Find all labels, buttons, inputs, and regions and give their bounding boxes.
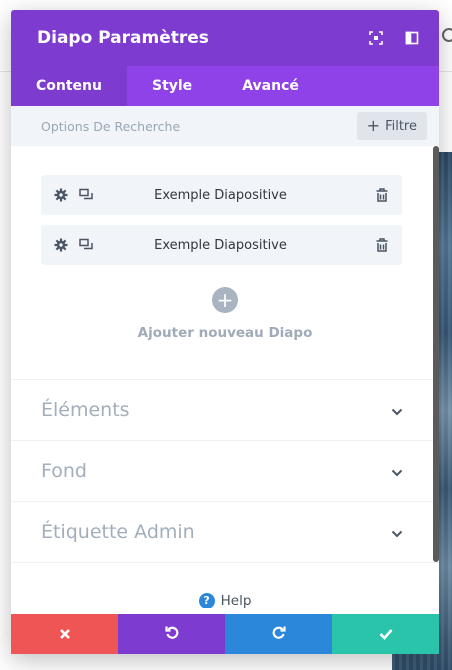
add-slide-label[interactable]: Ajouter nouveau Diapo	[11, 325, 439, 341]
check-icon	[379, 625, 393, 644]
gear-icon[interactable]	[53, 187, 69, 203]
plus-icon: +	[216, 288, 234, 312]
tab-bar: Contenu Style Avancé	[11, 66, 439, 106]
slide-list: Exemple Diapositive Exemple Diapositive	[11, 146, 439, 265]
trash-icon[interactable]	[374, 237, 390, 253]
modal-title: Diapo Paramètres	[37, 28, 209, 48]
chevron-down-icon	[391, 462, 403, 481]
chevron-down-icon	[391, 523, 403, 542]
section-title: Fond	[41, 460, 87, 482]
search-input[interactable]: Options De Recherche	[41, 119, 357, 134]
modal-footer	[11, 614, 439, 654]
help-link[interactable]: ? Help	[198, 592, 252, 609]
save-button[interactable]	[332, 614, 439, 654]
filter-label: Filtre	[385, 118, 417, 134]
help-label: Help	[220, 592, 252, 609]
slide-label: Exemple Diapositive	[154, 187, 287, 203]
modal-content: Exemple Diapositive Exemple Diapositive …	[11, 146, 439, 608]
slide-settings-modal: Diapo Paramètres Contenu Style Avancé Op…	[11, 10, 439, 654]
tab-style[interactable]: Style	[127, 66, 217, 106]
tab-avance[interactable]: Avancé	[217, 66, 324, 106]
redo-icon	[271, 624, 287, 644]
section-title: Étiquette Admin	[41, 521, 195, 543]
scrollbar[interactable]	[433, 146, 439, 562]
redo-button[interactable]	[225, 614, 332, 654]
chevron-down-icon	[391, 401, 403, 420]
duplicate-icon[interactable]	[78, 237, 94, 253]
slide-item[interactable]: Exemple Diapositive	[41, 225, 402, 265]
duplicate-icon[interactable]	[78, 187, 94, 203]
add-slide-area: + Ajouter nouveau Diapo	[11, 275, 439, 379]
section-admin-label[interactable]: Étiquette Admin	[11, 501, 439, 562]
help-icon: ?	[198, 592, 215, 608]
section-background[interactable]: Fond	[11, 440, 439, 501]
trash-icon[interactable]	[374, 187, 390, 203]
modal-header: Diapo Paramètres	[11, 10, 439, 66]
slide-label: Exemple Diapositive	[154, 237, 287, 253]
undo-icon	[164, 624, 180, 644]
close-icon	[59, 625, 71, 644]
section-title: Éléments	[41, 399, 130, 421]
section-elements[interactable]: Éléments	[11, 379, 439, 440]
sidebar-layout-icon[interactable]	[399, 25, 425, 51]
help-row: ? Help	[11, 562, 439, 608]
gear-icon[interactable]	[53, 237, 69, 253]
fullscreen-icon[interactable]	[363, 25, 389, 51]
slide-item[interactable]: Exemple Diapositive	[41, 175, 402, 215]
options-search-bar: Options De Recherche + Filtre	[11, 106, 439, 146]
tab-contenu[interactable]: Contenu	[11, 66, 127, 106]
background-search-icon	[442, 28, 452, 42]
plus-icon: +	[366, 116, 381, 135]
discard-button[interactable]	[11, 614, 118, 654]
add-slide-button[interactable]: +	[212, 287, 238, 313]
filter-button[interactable]: + Filtre	[356, 112, 427, 140]
undo-button[interactable]	[118, 614, 225, 654]
